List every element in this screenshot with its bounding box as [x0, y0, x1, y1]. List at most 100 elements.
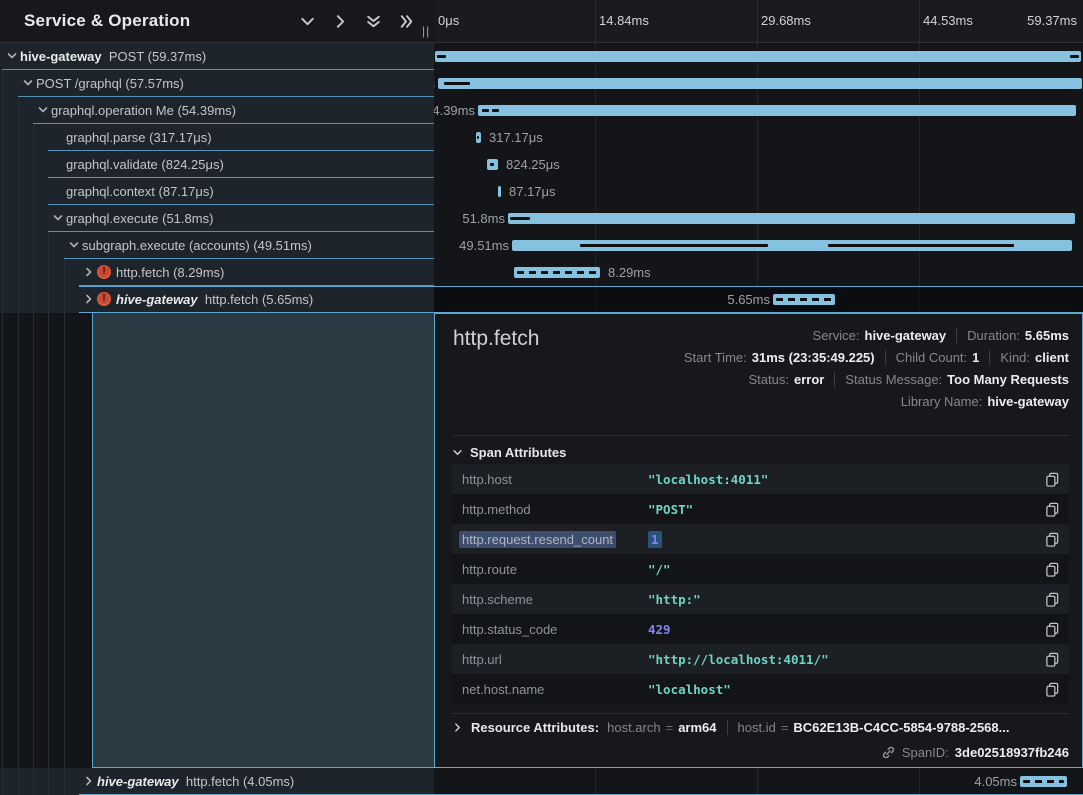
- attribute-row[interactable]: http.url"http://localhost:4011/": [452, 644, 1069, 674]
- indent-guide: [18, 124, 19, 151]
- resource-attributes-toggle[interactable]: Resource Attributes: host.arch=arm64host…: [452, 713, 1069, 741]
- trace-span-row[interactable]: subgraph.execute (accounts) (49.51ms)49.…: [0, 232, 1083, 259]
- span-tree-item[interactable]: graphql.parse (317.17μs): [0, 124, 434, 151]
- span-label: graphql.execute (51.8ms): [66, 211, 213, 226]
- attribute-row[interactable]: http.route"/": [452, 554, 1069, 584]
- indent-guide: [2, 768, 3, 795]
- resource-key: host.arch: [607, 720, 660, 735]
- trace-span-row[interactable]: !hive-gateway http.fetch (5.65ms)5.65ms: [0, 286, 1083, 313]
- trace-span-row[interactable]: graphql.validate (824.25μs)824.25μs: [0, 151, 1083, 178]
- error-circle-icon: !: [97, 292, 111, 306]
- copy-icon[interactable]: [1045, 652, 1060, 667]
- span-bar-cell[interactable]: 8.29ms: [434, 259, 1083, 286]
- trace-span-row[interactable]: graphql.operation Me (54.39ms)54.39ms: [0, 97, 1083, 124]
- span-tree-item[interactable]: !hive-gateway http.fetch (5.65ms): [0, 286, 434, 313]
- span-bar-cell[interactable]: 51.8ms: [434, 205, 1083, 232]
- meta-label: Kind:: [1000, 350, 1030, 365]
- attribute-row[interactable]: http.status_code429: [452, 614, 1069, 644]
- span-bar-cell[interactable]: 57.57ms: [434, 70, 1083, 97]
- chevron-down-icon[interactable]: [52, 212, 64, 224]
- chevron-right-icon[interactable]: [83, 293, 95, 305]
- selected-row-border: [79, 286, 1083, 287]
- span-duration-bar[interactable]: [773, 294, 835, 305]
- indent-guide: [2, 70, 3, 97]
- indent-guide: [33, 178, 34, 205]
- span-bar-cell[interactable]: 5.65ms: [434, 286, 1083, 313]
- copy-icon[interactable]: [1045, 562, 1060, 577]
- attribute-row[interactable]: net.host.name"localhost": [452, 674, 1069, 704]
- indent-guide: [2, 313, 3, 768]
- panel-resize-handle[interactable]: ||: [422, 24, 430, 38]
- copy-icon[interactable]: [1045, 622, 1060, 637]
- span-bar-cell[interactable]: 87.17μs: [434, 178, 1083, 205]
- attribute-row[interactable]: http.host"localhost:4011": [452, 464, 1069, 494]
- meta-value: hive-gateway: [865, 328, 947, 343]
- chevron-down-icon[interactable]: [68, 239, 80, 251]
- span-tree-item[interactable]: graphql.context (87.17μs): [0, 178, 434, 205]
- span-bar-cell[interactable]: 317.17μs: [434, 124, 1083, 151]
- meta-value: hive-gateway: [987, 394, 1069, 409]
- indent-guide: [18, 286, 19, 313]
- trace-span-row[interactable]: graphql.parse (317.17μs)317.17μs: [0, 124, 1083, 151]
- chevron-down-icon[interactable]: [37, 104, 49, 116]
- indent-guide: [18, 259, 19, 286]
- span-tree-item[interactable]: subgraph.execute (accounts) (49.51ms): [0, 232, 434, 259]
- span-tree-item[interactable]: hive-gateway POST (59.37ms): [0, 43, 434, 70]
- span-tree-item[interactable]: graphql.operation Me (54.39ms): [0, 97, 434, 124]
- span-duration-label: 54.39ms: [434, 103, 475, 118]
- span-bar-cell[interactable]: 824.25μs: [434, 151, 1083, 178]
- span-tree-item[interactable]: POST /graphql (57.57ms): [0, 70, 434, 97]
- span-bar-cell[interactable]: 59.37ms: [434, 43, 1083, 70]
- span-tree-item[interactable]: graphql.validate (824.25μs): [0, 151, 434, 178]
- span-duration-bar[interactable]: [512, 240, 1072, 251]
- link-icon[interactable]: [881, 745, 896, 760]
- copy-icon[interactable]: [1045, 502, 1060, 517]
- copy-icon[interactable]: [1045, 682, 1060, 697]
- expand-one-button chevron-right-icon[interactable]: [330, 12, 350, 32]
- attribute-row[interactable]: http.method"POST": [452, 494, 1069, 524]
- indent-guide: [64, 313, 65, 768]
- indent-guide: [2, 97, 3, 124]
- span-tree-item[interactable]: hive-gateway http.fetch (4.05ms): [0, 768, 434, 795]
- span-duration-bar[interactable]: [498, 186, 501, 197]
- trace-span-row[interactable]: graphql.context (87.17μs) 87.17μs: [0, 178, 1083, 205]
- span-duration-bar[interactable]: [487, 159, 498, 170]
- trace-span-row[interactable]: POST /graphql (57.57ms)57.57ms: [0, 70, 1083, 97]
- trace-span-row[interactable]: graphql.execute (51.8ms) 51.8ms: [0, 205, 1083, 232]
- copy-icon[interactable]: [1045, 532, 1060, 547]
- span-tree-item[interactable]: !http.fetch (8.29ms): [0, 259, 434, 286]
- span-bar-cell[interactable]: 49.51ms: [434, 232, 1083, 259]
- attribute-key: http.method: [462, 502, 612, 517]
- span-duration-bar[interactable]: [514, 267, 600, 278]
- copy-icon[interactable]: [1045, 472, 1060, 487]
- attribute-value: "localhost:4011": [648, 472, 768, 487]
- attribute-row[interactable]: http.request.resend_count1: [452, 524, 1069, 554]
- collapse-one-button chevron-down-icon[interactable]: [297, 12, 317, 32]
- expand-all-button double-chevron-right-icon[interactable]: [396, 12, 416, 32]
- span-bar-cell[interactable]: 54.39ms: [434, 97, 1083, 124]
- span-duration-bar[interactable]: [435, 51, 1081, 62]
- span-duration-bar[interactable]: [1020, 776, 1067, 787]
- meta-label: Service:: [813, 328, 860, 343]
- span-duration-bar[interactable]: [438, 78, 1082, 89]
- collapse-all-button double-chevron-down-icon[interactable]: [363, 12, 383, 32]
- service-operation-title: Service & Operation: [24, 11, 190, 31]
- chevron-right-icon[interactable]: [83, 775, 95, 787]
- span-duration-bar[interactable]: [478, 105, 1076, 116]
- trace-span-row[interactable]: hive-gateway POST (59.37ms)59.37ms: [0, 43, 1083, 70]
- copy-icon[interactable]: [1045, 592, 1060, 607]
- attribute-row[interactable]: http.scheme"http:": [452, 584, 1069, 614]
- chevron-down-icon[interactable]: [6, 50, 18, 62]
- span-tree-item[interactable]: graphql.execute (51.8ms): [0, 205, 434, 232]
- span-duration-bar[interactable]: [508, 213, 1075, 224]
- span-attributes-toggle[interactable]: Span Attributes: [452, 445, 566, 460]
- span-duration-bar[interactable]: [476, 132, 481, 143]
- self-time-mark: [477, 136, 479, 139]
- chevron-right-icon[interactable]: [83, 266, 95, 278]
- trace-span-row[interactable]: !http.fetch (8.29ms)8.29ms: [0, 259, 1083, 286]
- span-label: graphql.context (87.17μs): [66, 184, 214, 199]
- indent-guide: [33, 313, 34, 768]
- chevron-down-icon[interactable]: [22, 77, 34, 89]
- span-bar-cell[interactable]: 4.05ms: [434, 768, 1083, 795]
- trace-span-row[interactable]: hive-gateway http.fetch (4.05ms)4.05ms: [0, 768, 1083, 795]
